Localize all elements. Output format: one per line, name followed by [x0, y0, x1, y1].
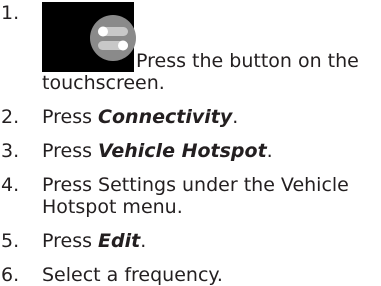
- menu-item-edit: Edit: [98, 230, 141, 252]
- step-number: 4.: [1, 174, 20, 196]
- step-number: 6.: [1, 264, 20, 286]
- instruction-list: 1. Press the button on the touchscreen. …: [0, 0, 381, 286]
- step-text: Press the button on the: [136, 50, 359, 72]
- step-suffix: .: [232, 106, 239, 128]
- step-suffix: .: [140, 230, 147, 252]
- menu-item-connectivity: Connectivity: [98, 106, 233, 128]
- step-number: 5.: [1, 230, 20, 252]
- step-number: 3.: [1, 140, 20, 162]
- settings-button-image: [42, 2, 136, 72]
- step-number: 1.: [1, 2, 20, 24]
- step-prefix: Press: [42, 140, 99, 162]
- step-text: Press Vehicle Hotspot.: [42, 140, 273, 162]
- step-text: Press Settings under the Vehicle: [42, 174, 349, 196]
- step-text: Press Edit.: [42, 230, 146, 252]
- step-number: 2.: [1, 106, 20, 128]
- step-text-continued: touchscreen.: [42, 72, 165, 94]
- step-prefix: Press: [42, 230, 99, 252]
- step-text-continued: Hotspot menu.: [42, 196, 183, 218]
- step-suffix: .: [266, 140, 273, 162]
- settings-toggle-icon: [90, 15, 136, 61]
- step-text: Select a frequency.: [42, 264, 223, 286]
- menu-item-vehicle-hotspot: Vehicle Hotspot: [98, 140, 267, 162]
- step-text: Press Connectivity.: [42, 106, 238, 128]
- step-prefix: Press: [42, 106, 99, 128]
